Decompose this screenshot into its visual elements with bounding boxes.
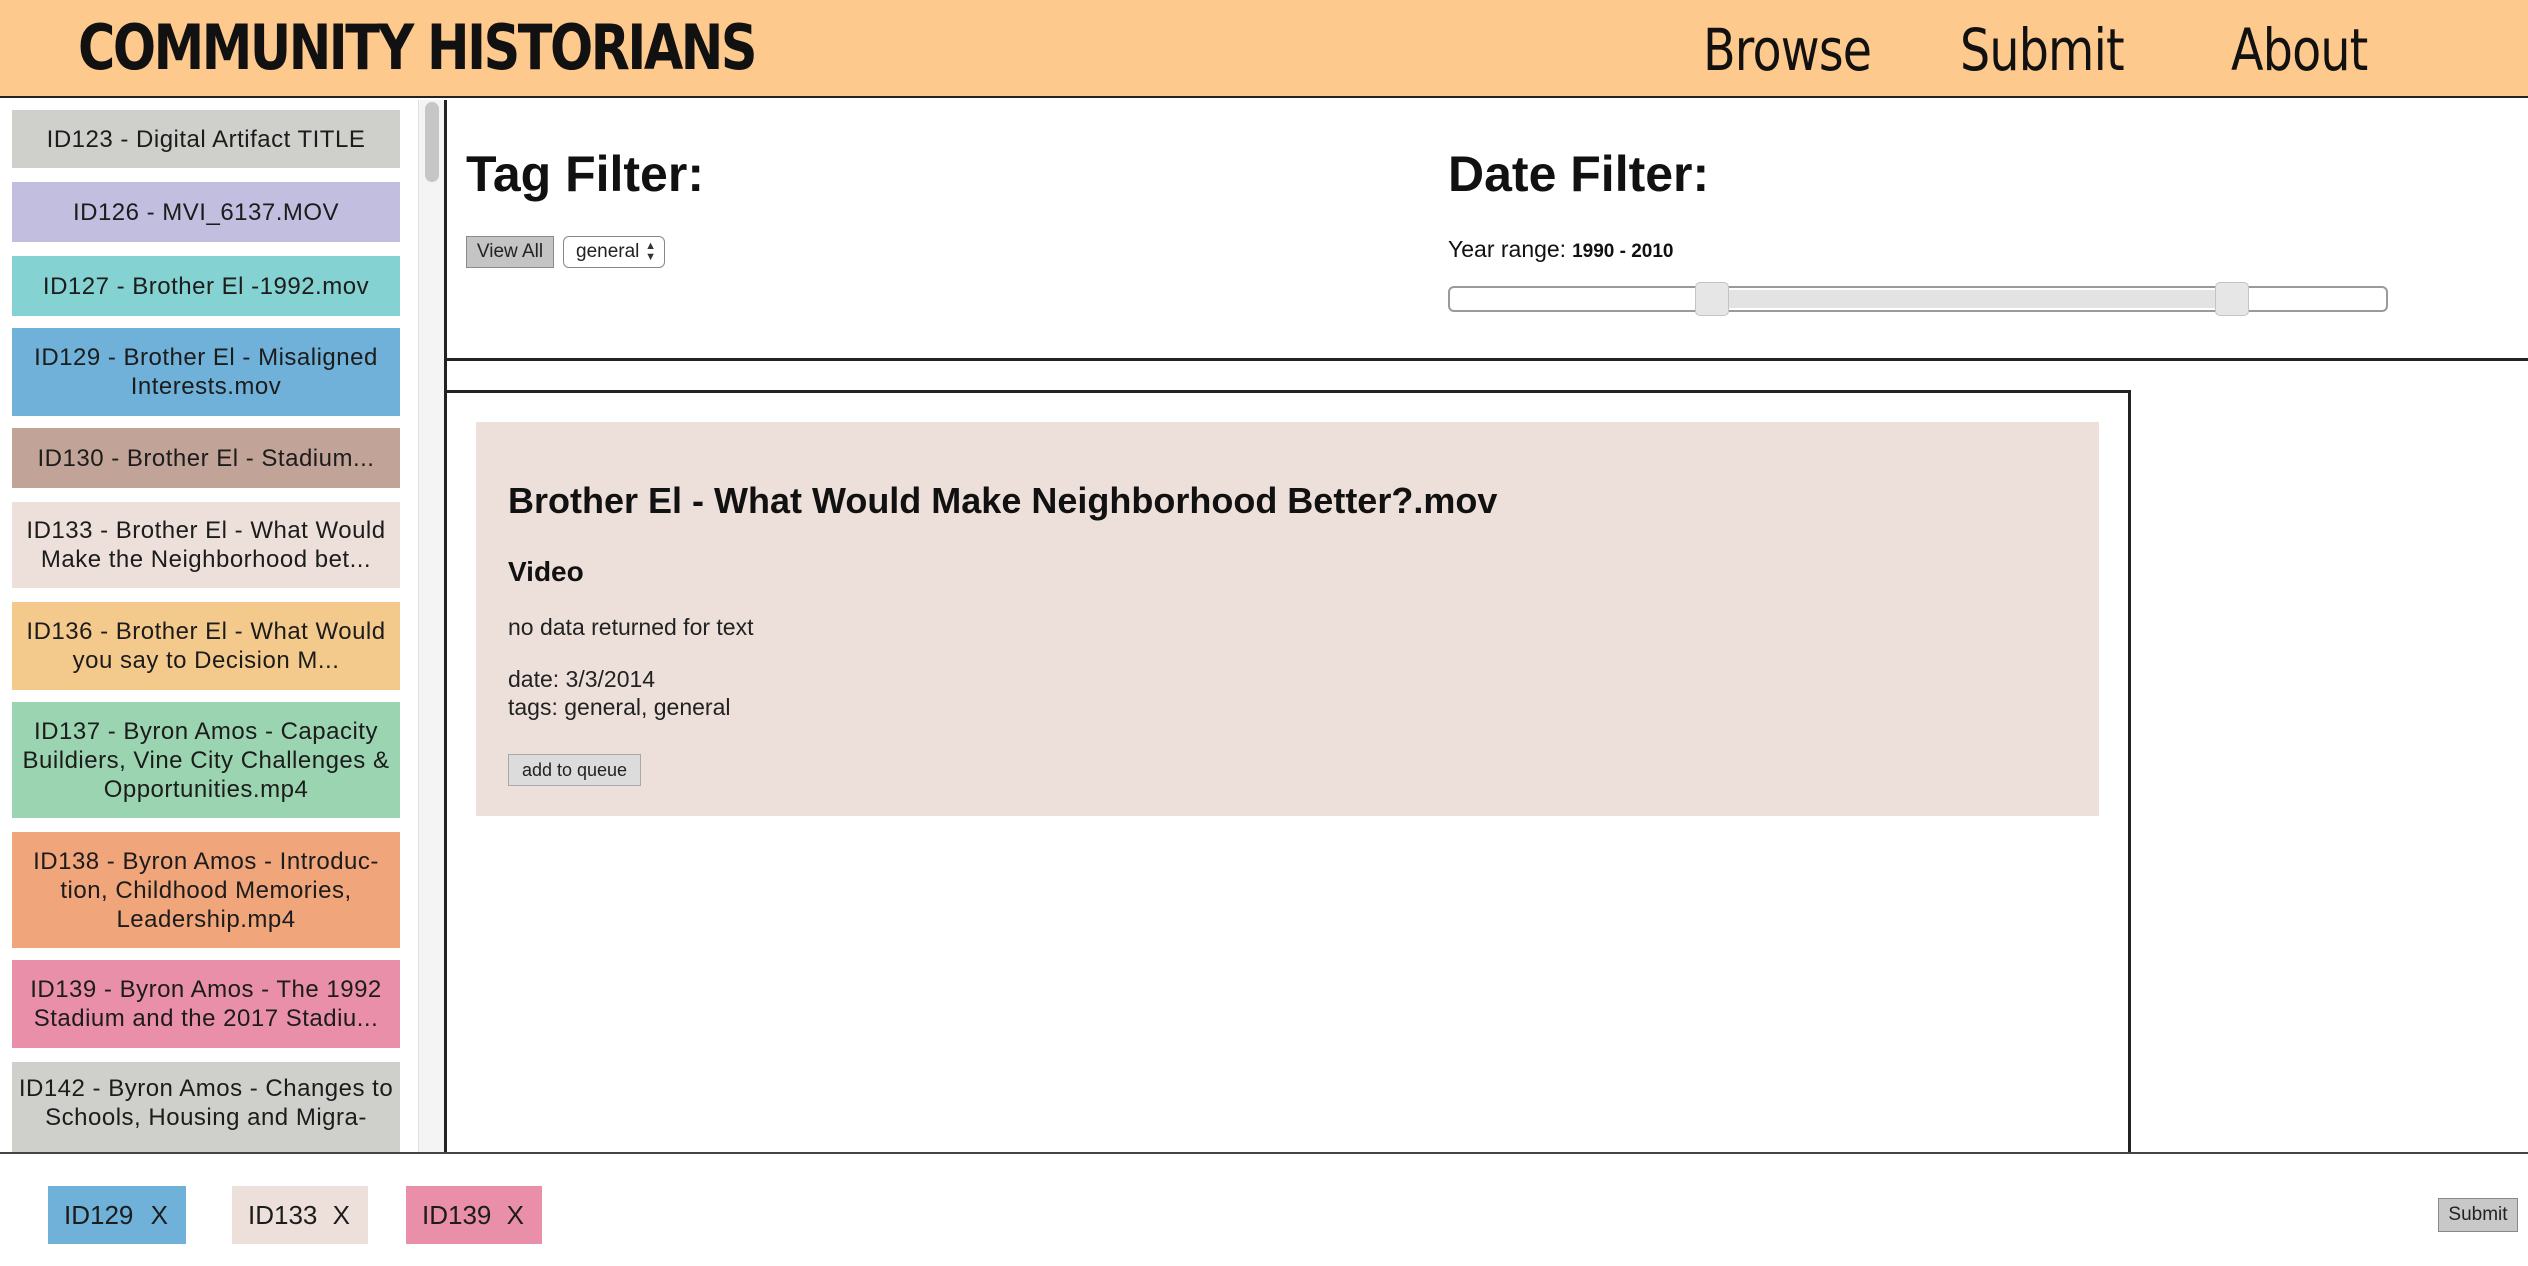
tag-select-value: general (576, 241, 640, 262)
queue-submit-button[interactable]: Submit (2438, 1198, 2518, 1232)
artifact-list-item-label: ID138 - Byron Amos - Introduc-tion, Chil… (33, 847, 379, 933)
artifact-list-item-label: ID129 - Brother El - Misaligned Interest… (34, 344, 378, 400)
artifact-list-item[interactable]: ID126 - MVI_6137.MOV (12, 182, 400, 242)
slider-high-handle[interactable] (2214, 282, 2249, 316)
queue-chip-label: ID133 (248, 1200, 318, 1230)
remove-icon[interactable]: X (507, 1186, 524, 1244)
artifact-list[interactable]: ID123 - Digital Artifact TITLE ID126 - M… (0, 100, 418, 1152)
date-filter-heading: Date Filter: (1448, 146, 1710, 202)
view-all-button[interactable]: View All (466, 236, 554, 268)
scrollbar-thumb[interactable] (425, 102, 439, 182)
artifact-list-item[interactable]: ID133 - Brother El - What Would Make the… (12, 502, 400, 588)
year-range-slider[interactable] (1448, 282, 2388, 316)
nav-browse-link[interactable]: Browse (1703, 10, 1872, 90)
artifact-list-item[interactable]: ID127 - Brother El -1992.mov (12, 256, 400, 316)
slider-selected-range (1712, 290, 2232, 308)
artifact-list-item[interactable]: ID130 - Brother El - Stadium... (12, 428, 400, 488)
artifact-list-item-label: ID123 - Digital Artifact TITLE (46, 125, 366, 153)
year-range-value: 1990 - 2010 (1572, 241, 1674, 262)
tag-filter-heading: Tag Filter: (466, 146, 704, 202)
select-arrows-icon: ▲ ▼ (645, 240, 656, 263)
artifact-list-item[interactable]: ID123 - Digital Artifact TITLE (12, 110, 400, 168)
filter-divider (444, 358, 2528, 361)
artifact-list-item[interactable]: ID139 - Byron Amos - The 1992 Stadium an… (12, 960, 400, 1048)
queue-chip: ID129 X (48, 1186, 186, 1244)
slider-low-handle[interactable] (1695, 282, 1730, 316)
artifact-card-type: Video (508, 556, 584, 587)
year-range-caption: Year range: (1448, 236, 1567, 262)
add-to-queue-button[interactable]: add to queue (508, 754, 641, 786)
artifact-list-item-label: ID127 - Brother El -1992.mov (42, 272, 370, 300)
year-range-label: Year range: 1990 - 2010 (1448, 236, 1674, 263)
artifact-list-item-label: ID142 - Byron Amos - Changes to Schools,… (18, 1075, 394, 1131)
nav-about-link[interactable]: About (2231, 10, 2368, 90)
artifact-list-item-label: ID139 - Byron Amos - The 1992 Stadium an… (30, 976, 382, 1032)
queue-chip-label: ID129 (64, 1200, 134, 1230)
artifact-card-title: Brother El - What Would Make Neighborhoo… (508, 480, 1498, 521)
queue-chip: ID133 X (232, 1186, 368, 1244)
artifact-list-item[interactable]: ID137 - Byron Amos - Capacity Buildiers,… (12, 702, 400, 818)
artifact-list-item[interactable]: ID129 - Brother El - Misaligned Interest… (12, 328, 400, 416)
artifact-list-item[interactable]: ID138 - Byron Amos - Introduc-tion, Chil… (12, 832, 400, 948)
artifact-list-item-label: ID130 - Brother El - Stadium... (37, 444, 375, 472)
remove-icon[interactable]: X (333, 1186, 350, 1244)
queue-chip-label: ID139 (422, 1200, 492, 1230)
sidebar-scrollbar[interactable] (418, 100, 444, 1152)
artifact-card-date: date: 3/3/2014 (508, 666, 656, 692)
artifact-list-item-label: ID126 - MVI_6137.MOV (72, 198, 340, 226)
nav-submit-link[interactable]: Submit (1960, 10, 2125, 90)
artifact-list-item-label: ID133 - Brother El - What Would Make the… (26, 517, 386, 573)
artifact-list-item[interactable]: ID142 - Byron Amos - Changes to Schools,… (12, 1062, 400, 1152)
site-header: COMMUNITY HISTORIANS Browse Submit About (0, 0, 2528, 98)
artifact-list-item-label: ID136 - Brother El - What Would you say … (26, 618, 386, 674)
tag-select[interactable]: general ▲ ▼ (563, 236, 665, 268)
queue-chip: ID139 X (406, 1186, 542, 1244)
artifact-list-item[interactable]: ID136 - Brother El - What Would you say … (12, 602, 400, 690)
remove-icon[interactable]: X (151, 1186, 168, 1244)
artifact-card-text: no data returned for text (508, 614, 754, 640)
site-title[interactable]: COMMUNITY HISTORIANS (78, 8, 757, 88)
artifact-list-item-label: ID137 - Byron Amos - Capacity Buildiers,… (22, 717, 390, 803)
artifact-card-tags: tags: general, general (508, 694, 731, 720)
queue-bar (0, 1152, 2528, 1266)
